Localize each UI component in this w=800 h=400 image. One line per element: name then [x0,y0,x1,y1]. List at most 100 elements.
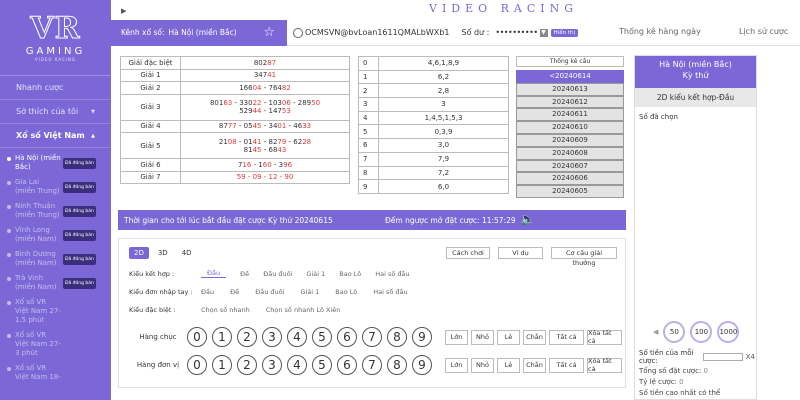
date-item[interactable]: <20240614 [516,70,624,83]
lottery-item[interactable]: Vĩnh Long (miền Nam) Đã đóng bán [0,223,111,247]
bet-type-option[interactable]: Chọn số nhanh [201,306,250,314]
daily-stats-link[interactable]: Thống kê hàng ngày [619,27,701,36]
bet-slip-chosen: Số đã chọn [639,113,678,121]
chevron-left-icon[interactable]: ◀ [653,328,658,336]
prize-line: 8145 - 6843 [181,146,349,154]
number-ball-6[interactable]: 6 [337,355,357,375]
bet-type-option[interactable]: Bao Lô [335,288,357,296]
tab-4d[interactable]: 4D [177,247,197,259]
quick-pick-button[interactable]: Xóa tất cả [587,357,622,373]
star-icon[interactable]: ☆ [263,25,275,40]
caret-down-icon[interactable]: ▼ [539,28,548,37]
bet-amount-input[interactable] [703,353,743,361]
lottery-item[interactable]: Xổ số VR Việt Nam 27-3 phút [0,328,111,361]
speaker-icon[interactable]: ▸ [121,4,127,17]
bet-type-option[interactable]: Hai số đầu [375,270,409,278]
quick-pick-button[interactable]: Chẵn [523,329,546,345]
quick-pick-button[interactable]: Xóa tất cả [587,329,622,345]
lottery-item[interactable]: Gia Lai (miền Trung) Đã đóng bán [0,175,111,199]
quick-pick-button[interactable]: Lớn [445,329,468,345]
lottery-item[interactable]: Ninh Thuận (miền Trung) Đã đóng bán [0,199,111,223]
prize-segment: 44 [252,107,262,115]
date-item[interactable]: 20240611 [516,108,624,122]
number-ball-5[interactable]: 5 [312,355,332,375]
bet-type-option[interactable]: Đầu đuôi [255,288,284,296]
number-ball-2[interactable]: 2 [237,355,257,375]
nav-favorites[interactable]: Sở thích của tôi ▼ [0,100,111,124]
lottery-item[interactable]: Trà Vinh (miền Nam) Đã đóng bán [0,271,111,295]
bet-type-option[interactable]: Chọn số nhanh Lô Xiên [266,306,341,314]
lottery-item[interactable]: Xổ số VR Việt Nam 27-1.5 phút [0,295,111,328]
prize-structure-button[interactable]: Cơ cấu giải thưởng [551,247,617,267]
tab-3d[interactable]: 3D [153,247,173,259]
sound-icon[interactable]: 🔈 [520,212,535,226]
balance: Số dư : •••••••••• ▼ Hiển thị [461,28,578,37]
prize-segment: 60 [262,160,272,169]
bet-type-option[interactable]: Giải 1 [300,288,319,296]
lottery-item[interactable]: Xổ số VR Việt Nam 18- [0,361,111,385]
show-balance-button[interactable]: Hiển thị [550,28,578,37]
date-item[interactable]: 20240612 [516,95,624,109]
nav-quick-bet[interactable]: Nhanh cược [0,76,111,100]
number-ball-1[interactable]: 1 [212,327,232,347]
number-ball-4[interactable]: 4 [287,355,307,375]
game-tabs: 2D 3D 4D [129,247,197,259]
example-button[interactable]: Ví dụ [498,247,543,259]
number-ball-7[interactable]: 7 [362,355,382,375]
quick-pick-button[interactable]: Nhỏ [471,357,494,373]
bet-type-option[interactable]: Bao Lô [339,270,361,278]
lottery-item[interactable]: Hà Nội (miền Bắc) Đã đóng bán [0,151,111,175]
quick-pick-button[interactable]: Tất cả [549,357,584,373]
tab-2d[interactable]: 2D [129,247,149,259]
number-ball-5[interactable]: 5 [312,327,332,347]
number-ball-3[interactable]: 3 [262,327,282,347]
chip-1000[interactable]: 1000 [717,321,740,343]
bet-type-option[interactable]: Đầu đuôi [263,270,292,278]
digit-head: 3 [358,97,379,112]
number-ball-8[interactable]: 8 [387,355,407,375]
number-ball-8[interactable]: 8 [387,327,407,347]
logo[interactable]: VR GAMING VIDEO RACING [0,0,111,76]
nav-vietnam-lottery[interactable]: Xổ số Việt Nam ▲ [0,124,111,148]
prize-line: 8777 - 0545 - 3401 - 4633 [181,122,349,130]
bet-history-link[interactable]: Lịch sử cược [739,27,788,36]
prize-segment: 08 [227,137,237,146]
bet-type-option[interactable]: Hai số đầu [373,288,407,296]
number-ball-7[interactable]: 7 [362,327,382,347]
date-item[interactable]: 20240609 [516,133,624,147]
prize-segment: - 68 [261,145,278,154]
chip-100[interactable]: 100 [690,321,713,343]
bet-type-option[interactable]: Giải 1 [306,270,325,278]
bet-type-option[interactable]: Đầu [201,288,214,296]
number-ball-4[interactable]: 4 [287,327,307,347]
bet-type-option[interactable]: Đầu [201,269,227,278]
quick-pick-button[interactable]: Lẻ [497,329,520,345]
channel-selector[interactable]: Kênh xổ số: Hà Nội (miền Bắc) ☆ [111,19,287,46]
number-ball-9[interactable]: 9 [412,355,432,375]
number-ball-0[interactable]: 0 [187,355,207,375]
lottery-name: Xổ số VR Việt Nam 27-1.5 phút [15,298,61,324]
date-item[interactable]: 20240605 [516,185,624,198]
date-item[interactable]: 20240608 [516,146,624,160]
number-ball-0[interactable]: 0 [187,327,207,347]
lottery-item[interactable]: Bình Dương (miền Nam) Đã đóng bán [0,247,111,271]
quick-pick-button[interactable]: Nhỏ [471,329,494,345]
number-ball-2[interactable]: 2 [237,327,257,347]
number-ball-6[interactable]: 6 [337,327,357,347]
quick-pick-buttons: Lớn Nhỏ Lẻ Chẵn Tất cả Xóa tất cả [445,357,622,373]
quick-pick-button[interactable]: Lớn [445,357,468,373]
bet-type-option[interactable]: Đề [240,270,249,278]
date-item[interactable]: 20240613 [516,82,624,96]
date-item[interactable]: 20240607 [516,159,624,173]
date-item[interactable]: 20240610 [516,121,624,134]
number-ball-1[interactable]: 1 [212,355,232,375]
chip-50[interactable]: 50 [663,321,686,343]
how-to-play-button[interactable]: Cách chơi [446,247,490,259]
quick-pick-button[interactable]: Tất cả [549,329,584,345]
date-item[interactable]: 20240606 [516,172,624,186]
number-ball-9[interactable]: 9 [412,327,432,347]
quick-pick-button[interactable]: Lẻ [497,357,520,373]
number-ball-3[interactable]: 3 [262,355,282,375]
quick-pick-button[interactable]: Chẵn [523,357,546,373]
bet-type-option[interactable]: Đề [230,288,239,296]
